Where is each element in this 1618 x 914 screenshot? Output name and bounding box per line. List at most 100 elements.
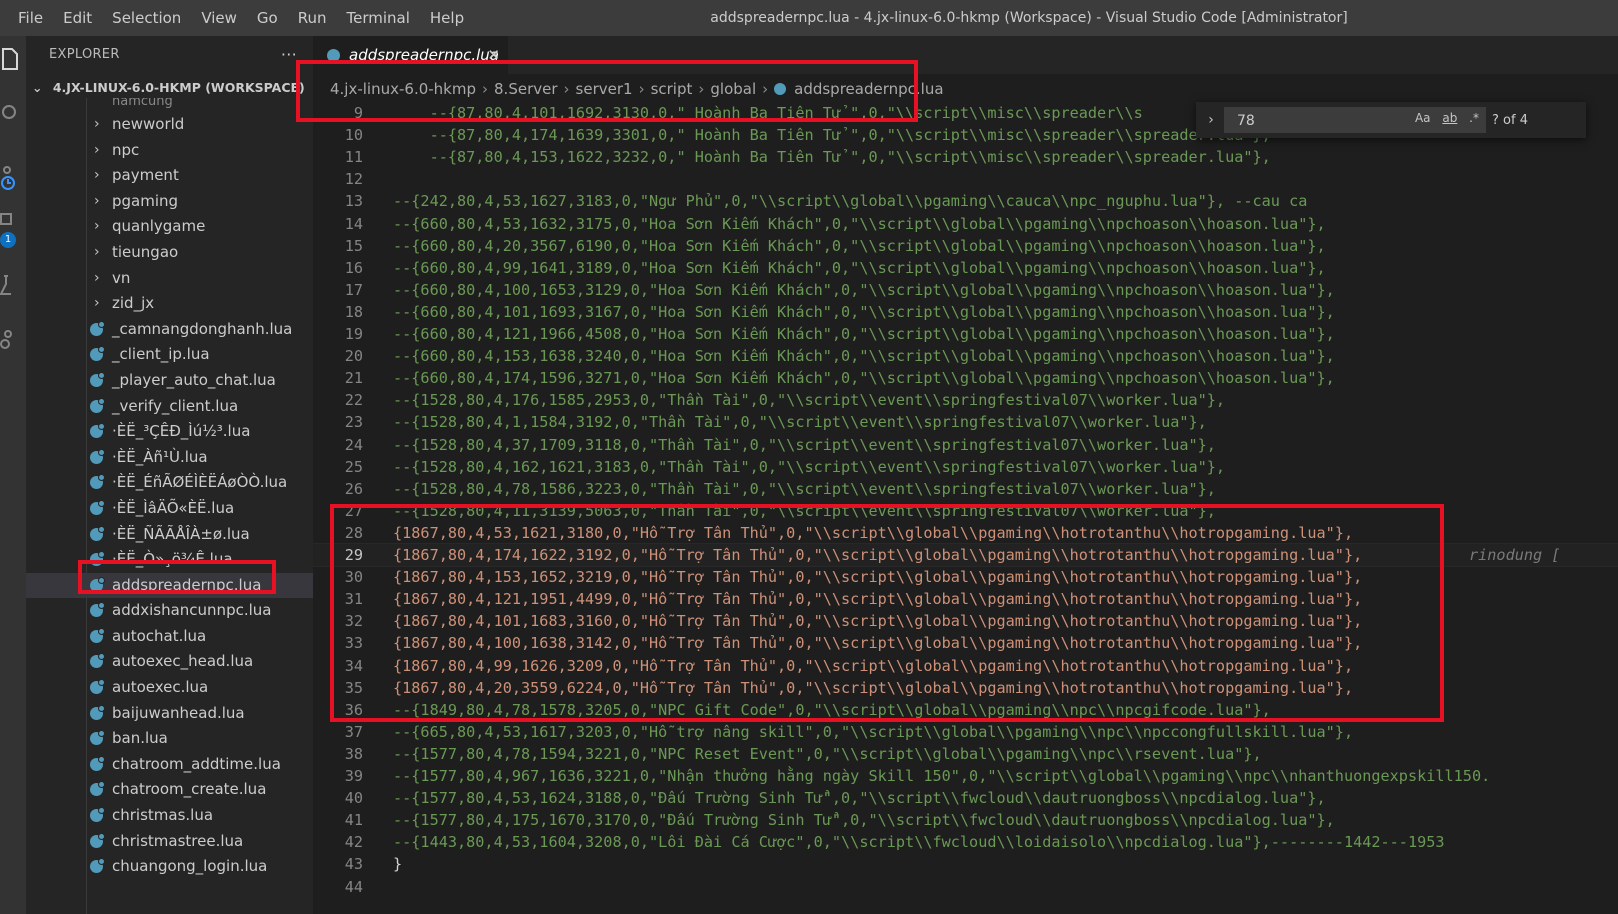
menu-file[interactable]: File — [8, 9, 53, 27]
code-line[interactable]: 29 {1867,80,4,174,1622,3192,0,"Hỗ Trợ Tân… — [313, 543, 1618, 567]
breadcrumb-server[interactable]: 8.Server — [494, 76, 558, 102]
tree-file[interactable]: ·ÈË_Ò»¸ö¾Ê.lua — [26, 547, 313, 573]
code-line[interactable]: 37 --{665,80,4,53,1617,3203,0,"Hỗ trợ nân… — [313, 721, 1618, 743]
tree-file[interactable]: _player_auto_chat.lua — [26, 368, 313, 394]
tree-file[interactable]: autoexec_head.lua — [26, 649, 313, 675]
code-line[interactable]: 22 --{1528,80,4,176,1585,2953,0,"Thần Tài… — [313, 389, 1618, 411]
tree-file[interactable]: christmas.lua — [26, 803, 313, 829]
tab-label: addspreadernpc.lua — [349, 46, 499, 64]
menu-go[interactable]: Go — [247, 9, 288, 27]
code-line[interactable]: 34 {1867,80,4,99,1626,3209,0,"Hỗ Trợ Tân … — [313, 655, 1618, 677]
menu-terminal[interactable]: Terminal — [337, 9, 420, 27]
code-line[interactable]: 44 — [313, 876, 1618, 898]
tree-file[interactable]: ·ÈË_ÌâÄÕ«ÈË.lua — [26, 496, 313, 522]
tree-file[interactable]: autoexec.lua — [26, 675, 313, 701]
tree-folder-newworld[interactable]: › newworld — [26, 112, 313, 138]
code-line[interactable]: 18 --{660,80,4,101,1693,3167,0,"Hoa Sơn K… — [313, 301, 1618, 323]
tab-addspreadernpc[interactable]: addspreadernpc.lua ✕ — [313, 36, 508, 74]
files-icon[interactable] — [0, 46, 22, 72]
tree-folder-tieungao[interactable]: › tieungao — [26, 240, 313, 266]
match-case-toggle[interactable]: Aa — [1415, 111, 1431, 125]
breadcrumb-global[interactable]: global — [710, 76, 756, 102]
code-line[interactable]: 26 --{1528,80,4,78,1586,3223,0,"Thần Tài"… — [313, 478, 1618, 500]
code-line[interactable]: 11 --{87,80,4,153,1622,3232,0," Hoành Ba… — [313, 146, 1618, 168]
breadcrumb-script[interactable]: script — [651, 76, 693, 102]
code-line[interactable]: 31 {1867,80,4,121,1951,4499,0,"Hỗ Trợ Tân… — [313, 588, 1618, 610]
source-control-icon[interactable] — [0, 208, 22, 234]
tree-file[interactable]: christmastree.lua — [26, 829, 313, 855]
code-line[interactable]: 27 --{1528,80,4,11,3139,5063,0,"Thần Tài"… — [313, 500, 1618, 522]
match-word-toggle[interactable]: ab — [1442, 111, 1457, 125]
tree-folder-quanlygame[interactable]: › quanlygame — [26, 214, 313, 240]
breadcrumb-file[interactable]: addspreadernpc.lua — [794, 76, 943, 102]
tree-file[interactable]: chatroom_create.lua — [26, 777, 313, 803]
tree-file[interactable]: baijuwanhead.lua — [26, 701, 313, 727]
tree-file[interactable]: ·ÈË_Àñ¹Ù.lua — [26, 445, 313, 471]
menu-selection[interactable]: Selection — [102, 9, 191, 27]
more-actions-icon[interactable]: ··· — [281, 36, 297, 74]
extensions-icon[interactable] — [0, 326, 22, 352]
tree-file[interactable]: _client_ip.lua — [26, 342, 313, 368]
tree-file[interactable]: addspreadernpc.lua — [26, 572, 313, 599]
code-line[interactable]: 20 --{660,80,4,153,1638,3240,0,"Hoa Sơn K… — [313, 345, 1618, 367]
code-text: --{660,80,4,101,1693,3167,0,"Hoa Sơn Kiế… — [393, 303, 1335, 321]
menu-view[interactable]: View — [191, 9, 247, 27]
code-text: {1867,80,4,101,1683,3160,0,"Hỗ Trợ Tân T… — [393, 612, 1363, 630]
code-line[interactable]: 28 {1867,80,4,53,1621,3180,0,"Hỗ Trợ Tân … — [313, 522, 1618, 544]
close-icon[interactable]: ✕ — [487, 36, 500, 74]
tree-file[interactable]: _verify_client.lua — [26, 394, 313, 420]
breadcrumb-workspace[interactable]: 4.jx-linux-6.0-hkmp — [330, 76, 476, 102]
code-line[interactable]: 23 --{1528,80,4,1,1584,3192,0,"Thần Tài",… — [313, 411, 1618, 433]
tree-file[interactable]: ·ÈË_ÉñÃØÉÌÈËÁøÒÒ.lua — [26, 470, 313, 496]
code-line[interactable]: 19 --{660,80,4,121,1966,4508,0,"Hoa Sơn K… — [313, 323, 1618, 345]
search-icon[interactable] — [0, 100, 22, 126]
find-input[interactable] — [1235, 108, 1389, 134]
tree-item-partial[interactable]: namcung — [26, 98, 313, 112]
code-line[interactable]: 32 {1867,80,4,101,1683,3160,0,"Hỗ Trợ Tân… — [313, 610, 1618, 632]
tree-file[interactable]: ban.lua — [26, 726, 313, 752]
code-line[interactable]: 42 --{1443,80,4,53,1604,3208,0,"Lôi Đài C… — [313, 831, 1618, 853]
code-line[interactable]: 33 {1867,80,4,100,1638,3142,0,"Hỗ Trợ Tân… — [313, 632, 1618, 654]
code-line[interactable]: 17 --{660,80,4,100,1653,3129,0,"Hoa Sơn K… — [313, 279, 1618, 301]
code-line[interactable]: 38 --{1577,80,4,78,1594,3221,0,"NPC Reset… — [313, 743, 1618, 765]
code-line[interactable]: 13 --{242,80,4,53,1627,3183,0,"Ngư Phủ",0… — [313, 190, 1618, 212]
flask-icon[interactable] — [0, 272, 22, 298]
tree-folder-vn[interactable]: › vn — [26, 266, 313, 292]
code-line[interactable]: 12 — [313, 168, 1618, 190]
line-number: 24 — [344, 436, 363, 454]
tree-file[interactable]: addxishancunnpc.lua — [26, 598, 313, 624]
code-line[interactable]: 30 {1867,80,4,153,1652,3219,0,"Hỗ Trợ Tân… — [313, 566, 1618, 588]
line-number: 17 — [344, 281, 363, 299]
tree-file[interactable]: autochat.lua — [26, 624, 313, 650]
tree-folder-zidjx[interactable]: › zid_jx — [26, 291, 313, 317]
code-line[interactable]: 25 --{1528,80,4,162,1621,3183,0,"Thần Tài… — [313, 456, 1618, 478]
tree-folder-pgaming[interactable]: › pgaming — [26, 189, 313, 215]
tree-file-label: addspreadernpc.lua — [112, 575, 262, 594]
code-line[interactable]: 35 {1867,80,4,20,3559,6224,0,"Hỗ Trợ Tân … — [313, 677, 1618, 699]
code-line[interactable]: 41 --{1577,80,4,175,1670,3170,0,"Đấu Trườ… — [313, 809, 1618, 831]
timeline-icon[interactable] — [0, 164, 22, 190]
code-line[interactable]: 15 --{660,80,4,20,3567,6190,0,"Hoa Sơn Ki… — [313, 235, 1618, 257]
tree-folder-npc[interactable]: › npc — [26, 138, 313, 164]
tree-file[interactable]: ·ÈË_³ÇÊÐ_Ìú½³.lua — [26, 419, 313, 445]
code-line[interactable]: 36 --{1849,80,4,78,1578,3205,0,"NPC Gift … — [313, 699, 1618, 721]
code-editor[interactable]: 9 --{87,80,4,101,1692,3130,0," Hoành Ba … — [313, 102, 1618, 914]
breadcrumb-server1[interactable]: server1 — [576, 76, 633, 102]
toggle-replace-icon[interactable]: › — [1202, 112, 1220, 128]
code-line[interactable]: 43} — [313, 853, 1618, 875]
tree-file[interactable]: _camnangdonghanh.lua — [26, 317, 313, 343]
tree-folder-payment[interactable]: › payment — [26, 163, 313, 189]
code-line[interactable]: 14 --{660,80,4,53,1632,3175,0,"Hoa Sơn Ki… — [313, 213, 1618, 235]
tree-file[interactable]: chuangong_login.lua — [26, 854, 313, 880]
tree-file[interactable]: ·ÈË_ÑÃÃÅÎÀ±ø.lua — [26, 522, 313, 548]
menu-edit[interactable]: Edit — [53, 9, 102, 27]
code-line[interactable]: 40 --{1577,80,4,53,1624,3188,0,"Đấu Trườn… — [313, 787, 1618, 809]
code-line[interactable]: 21 --{660,80,4,174,1596,3271,0,"Hoa Sơn K… — [313, 367, 1618, 389]
tree-file[interactable]: chatroom_addtime.lua — [26, 752, 313, 778]
code-line[interactable]: 24 --{1528,80,4,37,1709,3118,0,"Thần Tài"… — [313, 434, 1618, 456]
regex-toggle[interactable]: .* — [1469, 111, 1479, 125]
code-line[interactable]: 39 --{1577,80,4,967,1636,3221,0,"Nhận thư… — [313, 765, 1618, 787]
menu-run[interactable]: Run — [288, 9, 337, 27]
menu-help[interactable]: Help — [420, 9, 474, 27]
code-line[interactable]: 16 --{660,80,4,99,1641,3189,0,"Hoa Sơn Ki… — [313, 257, 1618, 279]
